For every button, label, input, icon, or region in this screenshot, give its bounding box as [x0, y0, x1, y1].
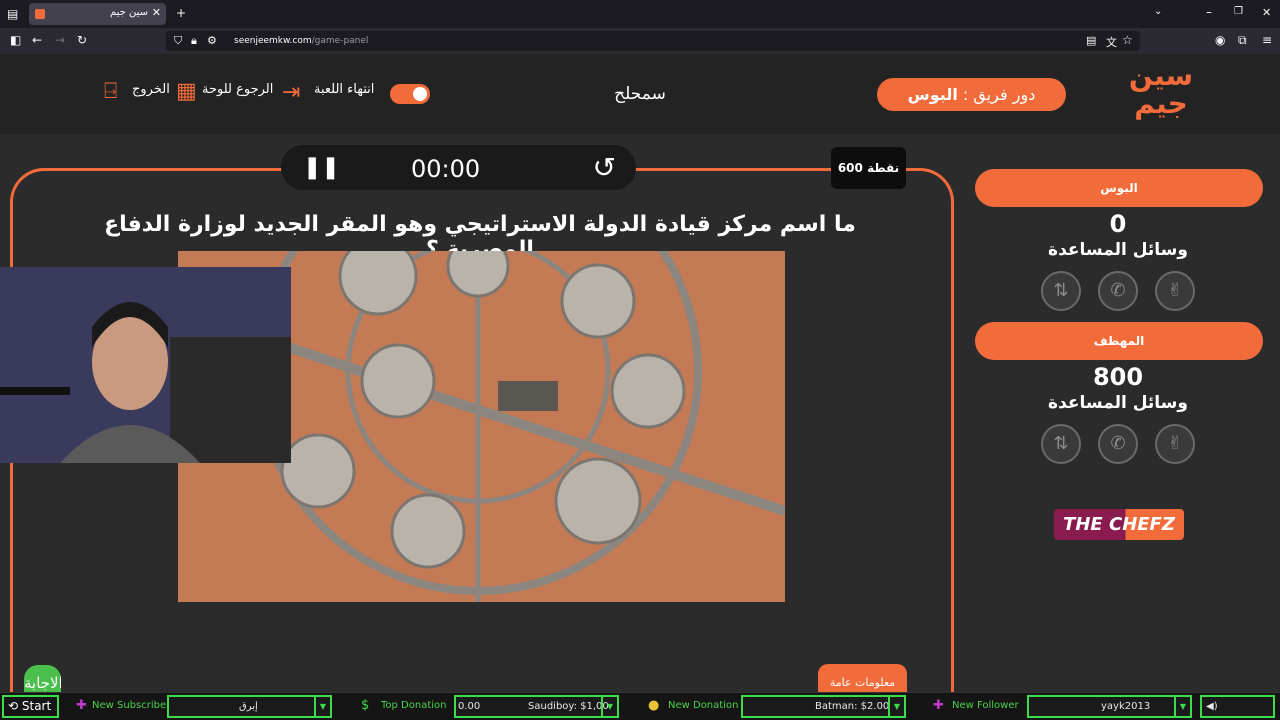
chevron-down-icon: ▼	[1174, 697, 1190, 716]
permissions-icon[interactable]: ⚙	[207, 34, 217, 47]
start-icon: ⟲	[8, 699, 22, 713]
team-name-pill: البوس	[975, 169, 1263, 207]
url-bar[interactable]: ⛉ 🔒︎ ⚙ seenjeemkw.com/game-panel ▤ 文 ☆	[166, 31, 1140, 51]
points-badge: 600 نقطة	[831, 147, 906, 189]
new-subscriber-label: New Subscriber	[92, 700, 171, 711]
streamer-webcam	[0, 267, 291, 463]
category-tag: معلومات عامة	[818, 664, 907, 694]
site-favicon-icon	[35, 9, 45, 19]
sidebar-icon[interactable]: ◧	[10, 33, 21, 47]
bookmark-star-icon[interactable]: ☆	[1122, 33, 1133, 47]
timer-display: 00:00	[411, 155, 481, 183]
subscriber-field[interactable]: إبرق ▼	[167, 695, 332, 718]
exit-door-icon[interactable]: ⍈	[104, 79, 117, 104]
reset-timer-icon[interactable]: ↺	[593, 151, 616, 184]
translate-icon[interactable]: 文	[1106, 34, 1117, 50]
top-donation-label: Top Donation	[381, 700, 447, 711]
minimize-icon[interactable]: –	[1206, 5, 1212, 19]
arrow-right-icon[interactable]: ⇥	[282, 80, 300, 105]
start-button[interactable]: ⟲ Start	[2, 695, 59, 718]
end-game-label[interactable]: انتهاء اللعبة	[314, 82, 374, 97]
list-tabs-icon[interactable]: ⌄	[1154, 6, 1162, 17]
browser-tabbar: ▤ سين جيم ✕ + ⌄ – ❐ ✕	[0, 0, 1280, 28]
pause-icon[interactable]: ❚❚	[303, 155, 340, 180]
help-aids-label: وسائل المساعدة	[1048, 240, 1188, 260]
speaker-icon: ◀)	[1206, 701, 1218, 712]
help-aids-label: وسائل المساعدة	[1048, 393, 1188, 413]
new-follower-label: New Follower	[952, 700, 1019, 711]
team-score: 0	[1109, 210, 1127, 238]
new-donation-label: New Donation	[668, 700, 739, 711]
sponsor-logo: THE CHEFZ	[1054, 509, 1184, 540]
subscriber-icon: ✚	[76, 698, 87, 713]
browser-tab[interactable]: سين جيم ✕	[29, 3, 166, 25]
end-game-toggle[interactable]	[390, 84, 430, 104]
coins-icon: ●	[648, 698, 660, 713]
answer-button[interactable]: الاجابة	[24, 665, 61, 695]
webcam-feed	[0, 267, 291, 463]
restore-icon[interactable]: ❐	[1234, 6, 1243, 17]
extensions-icon[interactable]: ⧉	[1238, 33, 1247, 48]
reader-view-icon[interactable]: ▤	[1086, 34, 1096, 47]
stream-overlay-bar: ⟲ Start ✚ New Subscriber إبرق ▼ $ Top Do…	[0, 692, 1280, 720]
menu-icon[interactable]: ≡	[1262, 33, 1272, 47]
donation-field[interactable]: Batman: $2.00 ▼	[741, 695, 906, 718]
firefox-view-icon[interactable]: ▤	[7, 7, 18, 21]
url-text: seenjeemkw.com/game-panel	[234, 36, 369, 46]
team-name-pill: المهطف	[975, 322, 1263, 360]
top-donation-field[interactable]: 0.00 Saudiboy: $1,00 ▼	[454, 695, 619, 718]
team-score: 800	[1092, 363, 1144, 391]
team-turn-badge: دور فريق : البوس	[877, 78, 1066, 111]
back-icon[interactable]: ←	[32, 33, 42, 47]
chevron-down-icon: ▼	[601, 697, 617, 716]
shield-icon[interactable]: ⛉	[174, 34, 182, 48]
timer-bar: ❚❚ 00:00 ↺	[281, 145, 636, 190]
chevron-down-icon: ▼	[888, 697, 904, 716]
reload-icon[interactable]: ↻	[77, 33, 87, 47]
follower-field[interactable]: yayk2013 ▼	[1027, 695, 1192, 718]
site-logo[interactable]: سين جيم	[1126, 62, 1196, 118]
hand-icon[interactable]: ✌	[1155, 424, 1195, 464]
phone-friend-icon[interactable]: ✆	[1098, 271, 1138, 311]
grid-icon[interactable]: ▦	[176, 79, 197, 104]
follower-icon: ✚	[933, 698, 944, 713]
close-tab-icon[interactable]: ✕	[152, 6, 161, 19]
forward-icon[interactable]: →	[55, 33, 65, 47]
browser-navbar: ◧ ← → ↻ ⛉ 🔒︎ ⚙ seenjeemkw.com/game-panel…	[0, 28, 1280, 54]
close-window-icon[interactable]: ✕	[1262, 6, 1271, 19]
swap-question-icon[interactable]: ⇅	[1041, 424, 1081, 464]
back-to-board-label[interactable]: الرجوع للوحة	[202, 82, 273, 97]
chevron-down-icon: ▼	[314, 697, 330, 716]
exit-label[interactable]: الخروج	[132, 82, 170, 97]
current-player-name: سمحلح	[614, 84, 666, 104]
volume-control[interactable]: ◀)	[1200, 695, 1275, 718]
account-icon[interactable]: ◉	[1215, 33, 1225, 47]
tab-title: سين جيم	[109, 7, 148, 18]
new-tab-icon[interactable]: +	[176, 6, 186, 20]
lock-icon[interactable]: 🔒︎	[191, 34, 197, 48]
hand-icon[interactable]: ✌	[1155, 271, 1195, 311]
money-icon: $	[361, 698, 370, 713]
swap-question-icon[interactable]: ⇅	[1041, 271, 1081, 311]
game-header: سين جيم دور فريق : البوس سمحلح انتهاء ال…	[0, 54, 1280, 134]
phone-friend-icon[interactable]: ✆	[1098, 424, 1138, 464]
